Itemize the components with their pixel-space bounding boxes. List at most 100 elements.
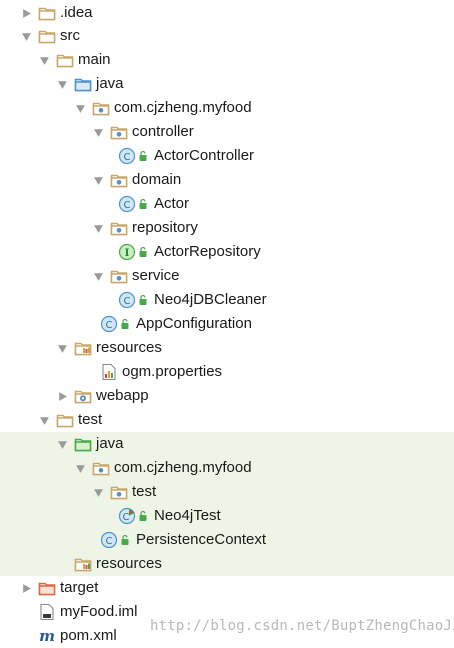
- folder-icon: [38, 4, 56, 22]
- tree-node-test-package[interactable]: test: [0, 480, 454, 504]
- tree-node-label: test: [132, 483, 157, 500]
- tree-node-label: .idea: [60, 4, 93, 21]
- tree-node-service[interactable]: service: [0, 264, 454, 288]
- collapse-arrow-icon[interactable]: [92, 264, 104, 288]
- tree-node-actor-controller[interactable]: C ActorController: [0, 144, 454, 168]
- public-lock-icon: [120, 318, 130, 330]
- collapse-arrow-icon[interactable]: [56, 432, 68, 456]
- tree-node-label: service: [132, 267, 180, 284]
- tree-node-neo4j-db-cleaner[interactable]: C Neo4jDBCleaner: [0, 288, 454, 312]
- tree-node-main-resources[interactable]: resources: [0, 336, 454, 360]
- expand-arrow-icon[interactable]: [56, 384, 68, 408]
- collapse-arrow-icon[interactable]: [38, 408, 50, 432]
- collapse-arrow-icon[interactable]: [92, 480, 104, 504]
- collapse-arrow-icon[interactable]: [38, 48, 50, 72]
- resources-folder-icon: [74, 339, 92, 357]
- source-folder-icon: [74, 75, 92, 93]
- tree-node-main-java[interactable]: java: [0, 72, 454, 96]
- collapse-arrow-icon[interactable]: [56, 72, 68, 96]
- folder-icon: [56, 51, 74, 69]
- expand-arrow-icon[interactable]: [20, 1, 32, 25]
- tree-node-label: target: [60, 579, 99, 596]
- tree-node-label: PersistenceContext: [136, 531, 267, 548]
- tree-node-label: Neo4jDBCleaner: [154, 291, 267, 308]
- interface-icon: I: [118, 243, 136, 261]
- test-source-folder-icon: [74, 435, 92, 453]
- tree-node-target[interactable]: target: [0, 576, 454, 600]
- tree-node-src[interactable]: src: [0, 24, 454, 48]
- tree-node-main[interactable]: main: [0, 48, 454, 72]
- collapse-arrow-icon[interactable]: [74, 96, 86, 120]
- expand-arrow-icon[interactable]: [20, 576, 32, 600]
- folder-icon: [38, 27, 56, 45]
- tree-node-label: java: [96, 75, 124, 92]
- tree-node-label: webapp: [96, 387, 149, 404]
- package-icon: [92, 99, 110, 117]
- svg-text:C: C: [124, 200, 131, 211]
- public-lock-icon: [138, 510, 148, 522]
- tree-node-label: domain: [132, 171, 182, 188]
- tree-node-test-resources[interactable]: resources: [0, 552, 454, 576]
- tree-node-ogm-properties[interactable]: ogm.properties: [0, 360, 454, 384]
- tree-node-label: pom.xml: [60, 627, 117, 644]
- package-icon: [110, 483, 128, 501]
- svg-text:C: C: [106, 536, 113, 547]
- collapse-arrow-icon[interactable]: [56, 336, 68, 360]
- test-class-icon: C: [118, 507, 136, 525]
- svg-text:C: C: [124, 152, 131, 163]
- svg-text:m: m: [39, 627, 55, 645]
- collapse-arrow-icon[interactable]: [92, 216, 104, 240]
- package-icon: [110, 123, 128, 141]
- tree-node-repository[interactable]: repository: [0, 216, 454, 240]
- public-lock-icon: [138, 294, 148, 306]
- tree-node-actor-repository[interactable]: I ActorRepository: [0, 240, 454, 264]
- iml-file-icon: [38, 603, 56, 621]
- tree-node-label: Actor: [154, 195, 190, 212]
- tree-node-label: resources: [96, 339, 162, 356]
- watermark-text: http://blog.csdn.net/BuptZhengChaoJie: [150, 618, 454, 634]
- public-lock-icon: [120, 534, 130, 546]
- tree-node-idea[interactable]: .idea: [0, 1, 454, 25]
- properties-file-icon: [100, 363, 118, 381]
- svg-text:C: C: [123, 512, 130, 523]
- tree-node-test[interactable]: test: [0, 408, 454, 432]
- project-tree: .idea src main java com.cjzheng.myfood c…: [0, 0, 454, 647]
- tree-node-test-java[interactable]: java: [0, 432, 454, 456]
- tree-node-label: ogm.properties: [122, 363, 223, 380]
- tree-node-package-main[interactable]: com.cjzheng.myfood: [0, 96, 454, 120]
- tree-node-label: ActorController: [154, 147, 255, 164]
- svg-text:I: I: [125, 248, 130, 259]
- tree-node-neo4j-test[interactable]: C Neo4jTest: [0, 504, 454, 528]
- package-icon: [92, 459, 110, 477]
- tree-node-label: com.cjzheng.myfood: [114, 459, 252, 476]
- tree-node-actor[interactable]: C Actor: [0, 192, 454, 216]
- tree-node-persistence-context[interactable]: C PersistenceContext: [0, 528, 454, 552]
- package-icon: [110, 171, 128, 189]
- tree-node-label: myFood.iml: [60, 603, 138, 620]
- maven-file-icon: m: [38, 627, 56, 645]
- public-lock-icon: [138, 150, 148, 162]
- svg-text:C: C: [124, 296, 131, 307]
- tree-node-label: main: [78, 51, 111, 68]
- tree-node-label: repository: [132, 219, 198, 236]
- resources-folder-icon: [74, 555, 92, 573]
- tree-node-label: test: [78, 411, 103, 428]
- tree-node-controller[interactable]: controller: [0, 120, 454, 144]
- collapse-arrow-icon[interactable]: [20, 24, 32, 48]
- svg-text:C: C: [106, 320, 113, 331]
- tree-node-label: com.cjzheng.myfood: [114, 99, 252, 116]
- public-lock-icon: [138, 246, 148, 258]
- tree-node-app-configuration[interactable]: C AppConfiguration: [0, 312, 454, 336]
- package-icon: [110, 219, 128, 237]
- tree-node-webapp[interactable]: webapp: [0, 384, 454, 408]
- class-icon: C: [118, 147, 136, 165]
- collapse-arrow-icon[interactable]: [74, 456, 86, 480]
- tree-node-label: ActorRepository: [154, 243, 261, 260]
- tree-node-package-test[interactable]: com.cjzheng.myfood: [0, 456, 454, 480]
- excluded-folder-icon: [38, 579, 56, 597]
- collapse-arrow-icon[interactable]: [92, 120, 104, 144]
- tree-node-domain[interactable]: domain: [0, 168, 454, 192]
- collapse-arrow-icon[interactable]: [92, 168, 104, 192]
- class-icon: C: [100, 531, 118, 549]
- package-icon: [110, 267, 128, 285]
